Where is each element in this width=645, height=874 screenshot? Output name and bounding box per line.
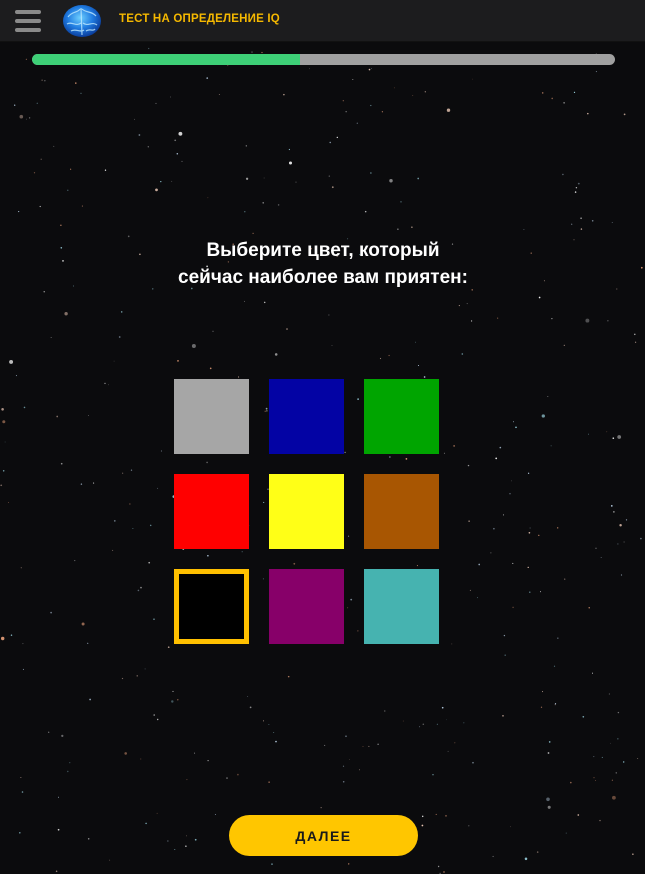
color-swatch-brown[interactable] xyxy=(364,474,439,549)
color-swatch-purple[interactable] xyxy=(269,569,344,644)
color-swatch-yellow[interactable] xyxy=(269,474,344,549)
brain-logo-icon xyxy=(63,5,101,37)
next-button[interactable]: ДАЛЕЕ xyxy=(229,815,418,856)
progress-bar xyxy=(32,54,615,65)
app-title: ТЕСТ НА ОПРЕДЕЛЕНИЕ IQ xyxy=(119,13,280,25)
color-swatch-red[interactable] xyxy=(174,474,249,549)
progress-fill xyxy=(32,54,301,65)
color-swatch-green[interactable] xyxy=(364,379,439,454)
color-swatch-blue[interactable] xyxy=(269,379,344,454)
color-swatch-gray[interactable] xyxy=(174,379,249,454)
color-swatch-black[interactable] xyxy=(174,569,249,644)
hamburger-menu-icon[interactable] xyxy=(15,10,41,32)
question-text: Выберите цвет, который сейчас наиболее в… xyxy=(178,240,468,288)
top-bar: ТЕСТ НА ОПРЕДЕЛЕНИЕ IQ xyxy=(0,0,645,42)
color-swatch-grid xyxy=(174,379,439,644)
color-swatch-teal[interactable] xyxy=(364,569,439,644)
